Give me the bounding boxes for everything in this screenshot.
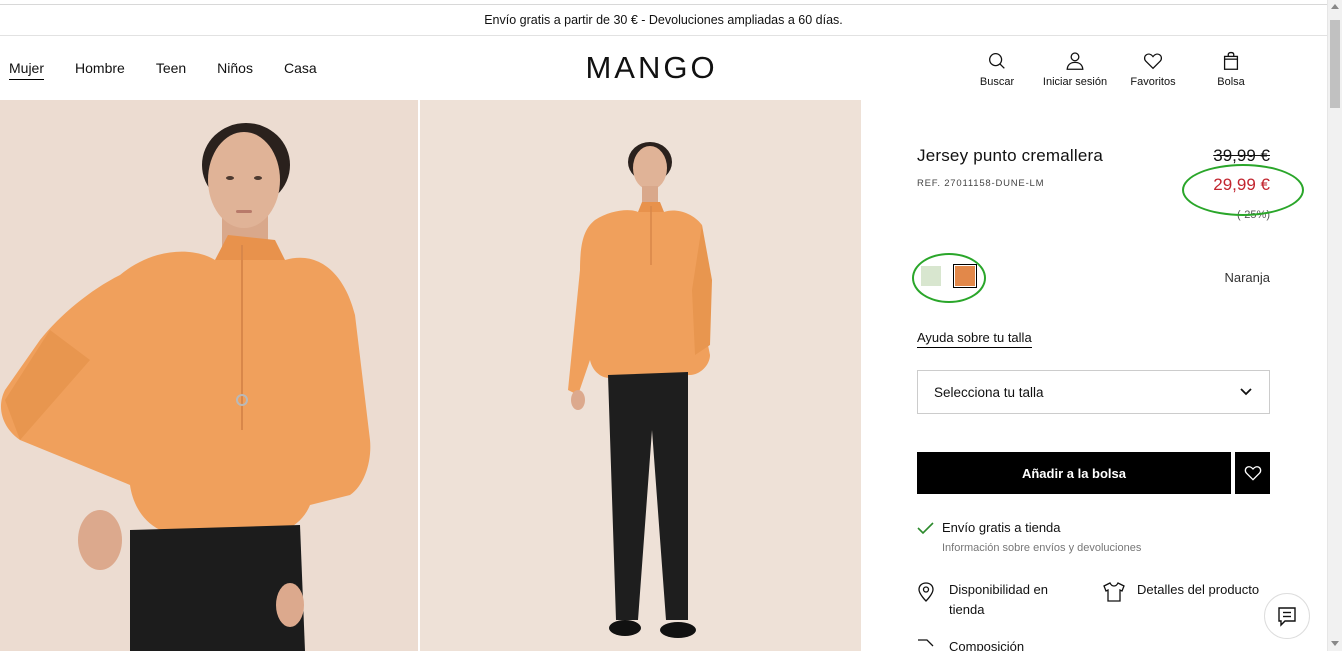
model-closeup-illustration	[0, 100, 418, 651]
bag-button[interactable]: Bolsa	[1192, 50, 1270, 88]
product-details-text: Detalles del producto	[1137, 582, 1260, 597]
swatch-highlight-circle	[912, 253, 986, 303]
free-shipping-text: Envío gratis a tienda	[942, 520, 1061, 535]
arrow-icon	[918, 639, 934, 647]
bag-icon	[1223, 51, 1239, 70]
composition-text: Composición	[949, 639, 1025, 651]
chevron-down-icon	[1240, 388, 1252, 396]
original-price: 39,99 €	[1213, 146, 1270, 165]
promo-text: Envío gratis a partir de 30 € - Devoluci…	[484, 13, 843, 27]
scroll-down-arrow[interactable]	[1331, 641, 1339, 646]
product-title: Jersey punto cremallera	[917, 146, 1104, 165]
logo-text[interactable]: MANGO	[585, 50, 717, 86]
page-scrollbar[interactable]	[1327, 0, 1342, 651]
heart-icon	[1244, 466, 1261, 481]
add-to-bag-label: Añadir a la bolsa	[1021, 465, 1127, 481]
location-pin-icon	[918, 582, 934, 602]
header-actions: Buscar Iniciar sesión Favoritos Bolsa	[958, 50, 1270, 88]
product-page: Envío gratis a partir de 30 € - Devoluci…	[0, 0, 1342, 651]
bag-label: Bolsa	[1217, 76, 1245, 88]
login-label: Iniciar sesión	[1042, 76, 1108, 88]
product-details[interactable]: Detalles del producto	[1103, 580, 1259, 602]
search-label: Buscar	[979, 76, 1015, 88]
login-button[interactable]: Iniciar sesión	[1036, 50, 1114, 88]
product-reference: REF. 27011158-DUNE-LM	[917, 178, 1045, 189]
size-select-label: Selecciona tu talla	[934, 384, 1044, 400]
scroll-thumb[interactable]	[1330, 20, 1340, 108]
site-header: Mujer Hombre Teen Niños Casa MANGO Busca…	[0, 36, 1327, 100]
size-select[interactable]: Selecciona tu talla	[917, 370, 1270, 414]
promo-bar: Envío gratis a partir de 30 € - Devoluci…	[0, 5, 1327, 36]
search-button[interactable]: Buscar	[958, 50, 1036, 88]
shipping-info-link[interactable]: Información sobre envíos y devoluciones	[942, 542, 1141, 554]
free-shipping: Envío gratis a tienda	[917, 520, 1061, 535]
product-image-closeup[interactable]	[0, 100, 418, 651]
scroll-up-arrow[interactable]	[1331, 4, 1339, 9]
chat-icon	[1278, 607, 1296, 627]
favorites-label: Favoritos	[1130, 76, 1176, 88]
favorites-button[interactable]: Favoritos	[1114, 50, 1192, 88]
composition-row[interactable]: Composición	[917, 639, 1024, 651]
product-image-fullbody[interactable]	[420, 100, 861, 651]
add-favorite-button[interactable]	[1235, 452, 1270, 494]
user-icon	[1066, 52, 1084, 70]
heart-icon	[1143, 53, 1163, 70]
search-icon	[989, 53, 1005, 69]
tshirt-icon	[1103, 582, 1125, 602]
selected-color-name: Naranja	[1224, 270, 1270, 285]
chat-button[interactable]	[1264, 593, 1310, 639]
store-availability-text: Disponibilidad en tienda	[949, 582, 1049, 617]
size-help-link[interactable]: Ayuda sobre tu talla	[917, 330, 1032, 348]
add-to-bag-button[interactable]: Añadir a la bolsa	[917, 452, 1231, 494]
price-highlight-circle	[1182, 164, 1304, 216]
store-availability[interactable]: Disponibilidad en tienda	[917, 580, 1069, 620]
check-icon	[917, 521, 934, 534]
model-fullbody-illustration	[420, 100, 861, 651]
